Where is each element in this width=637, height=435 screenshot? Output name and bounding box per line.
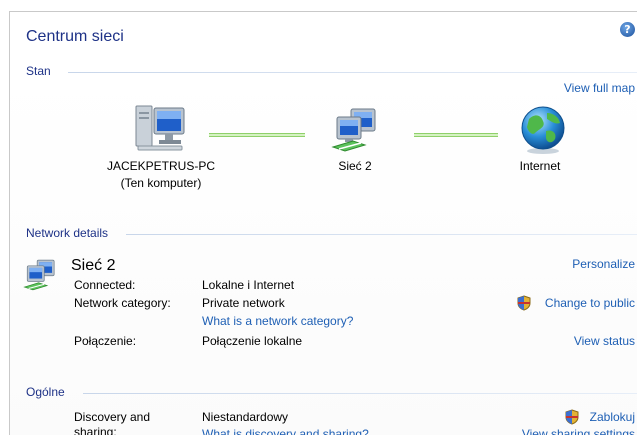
computer-icon[interactable] xyxy=(132,102,188,154)
section-heading-status: Stan xyxy=(26,64,51,78)
network-icon[interactable] xyxy=(331,107,379,153)
globe-icon[interactable] xyxy=(519,105,567,155)
section-heading-general: Ogólne xyxy=(26,385,65,399)
page-title: Centrum sieci xyxy=(26,28,124,45)
computer-name: JACEKPETRUS-PC xyxy=(106,159,216,173)
shield-icon xyxy=(565,409,579,425)
internet-node-name: Internet xyxy=(519,159,561,173)
section-divider xyxy=(126,234,637,235)
network-category-help-link[interactable]: What is a network category? xyxy=(202,314,353,328)
discovery-sharing-value: Niestandardowy xyxy=(202,410,289,424)
computer-subtitle: (Ten komputer) xyxy=(120,176,202,190)
network-category-label: Network category: xyxy=(74,296,171,310)
connected-value: Lokalne i Internet xyxy=(202,278,295,292)
help-icon[interactable]: ? xyxy=(620,22,635,37)
section-divider xyxy=(83,393,637,394)
section-divider xyxy=(68,72,637,73)
network-name: Sieć 2 xyxy=(71,257,116,274)
connected-label: Connected: xyxy=(74,278,136,292)
network-node-name: Sieć 2 xyxy=(338,159,372,173)
view-sharing-settings-link[interactable]: View sharing settings xyxy=(522,427,635,435)
shield-icon xyxy=(517,295,531,311)
personalize-link[interactable]: Personalize xyxy=(572,257,635,271)
network-category-value: Private network xyxy=(202,296,285,310)
connection-label: Połączenie: xyxy=(74,334,137,348)
discovery-sharing-label: Discovery and sharing: xyxy=(74,410,151,435)
connection-line-network-internet xyxy=(414,133,498,137)
block-discovery-link[interactable]: Zablokuj xyxy=(590,410,635,424)
network-icon xyxy=(23,259,55,291)
discovery-sharing-help-link[interactable]: What is discovery and sharing? xyxy=(202,427,369,435)
view-full-map-link[interactable]: View full map xyxy=(564,81,635,95)
change-to-public-link[interactable]: Change to public xyxy=(545,296,635,310)
section-heading-network-details: Network details xyxy=(26,226,109,240)
view-status-link[interactable]: View status xyxy=(574,334,635,348)
network-center-window: ? Centrum sieci Stan View full map JACEK… xyxy=(9,11,637,435)
connection-value: Połączenie lokalne xyxy=(202,334,303,348)
connection-line-computer-network xyxy=(209,133,305,137)
